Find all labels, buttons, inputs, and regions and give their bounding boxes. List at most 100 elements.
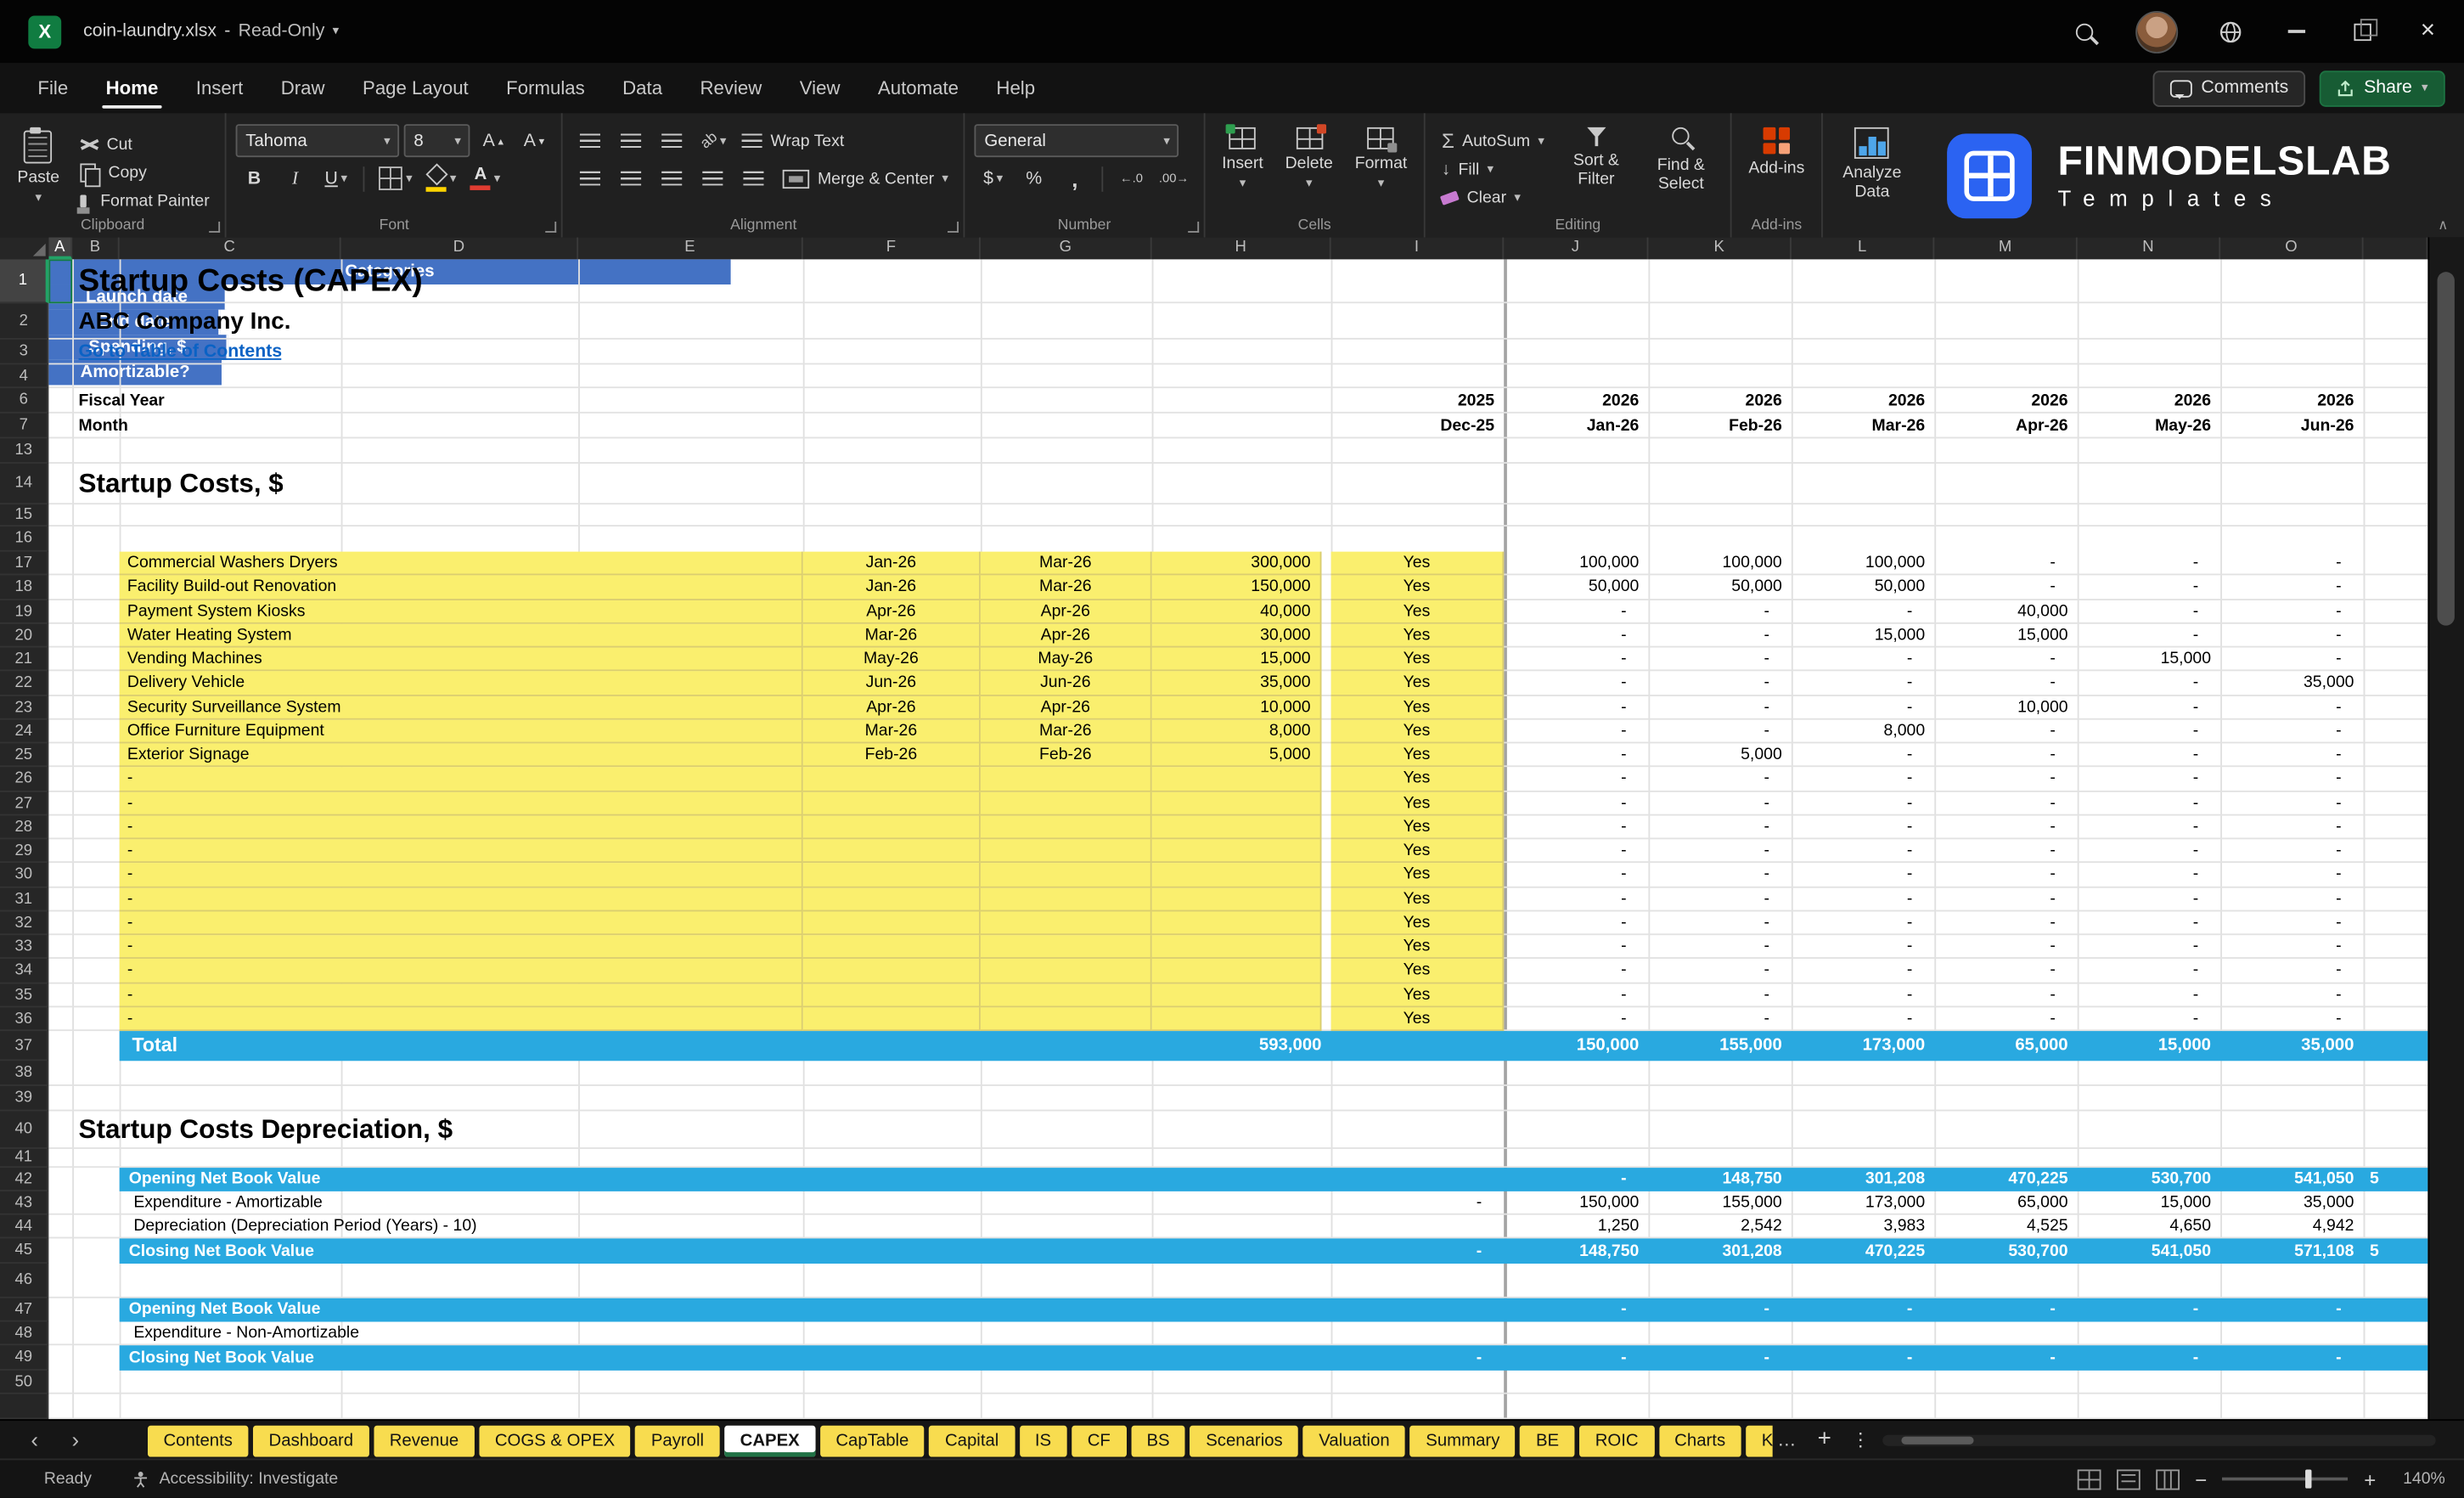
dialog-launcher-icon[interactable] [210, 222, 221, 233]
cell[interactable]: Yes [1331, 887, 1505, 911]
cell[interactable]: - [1504, 623, 1626, 647]
cell[interactable] [803, 839, 981, 863]
cell[interactable] [981, 911, 1152, 935]
cell[interactable]: Yes [1331, 600, 1505, 623]
align-middle-button[interactable] [613, 126, 650, 155]
sheet-tab-cogs-opex[interactable]: COGS & OPEX [479, 1426, 630, 1457]
horizontal-scrollbar[interactable] [1882, 1435, 2435, 1446]
cell[interactable] [1152, 911, 1322, 935]
column-header-m[interactable]: M [1934, 237, 2077, 259]
vertical-scrollbar-thumb[interactable] [2438, 272, 2455, 625]
more-sheets-button[interactable]: … [1769, 1424, 1804, 1456]
cell[interactable]: 10,000 [1152, 696, 1322, 719]
cell[interactable]: Mar-26 [981, 719, 1152, 743]
column-header-h[interactable]: H [1152, 237, 1331, 259]
row-header-45[interactable]: 45 [0, 1238, 48, 1264]
cell[interactable]: Payment System Kiosks [120, 600, 803, 623]
sheet-grid[interactable]: Startup Costs (CAPEX)ABC Company Inc.Go … [48, 259, 2427, 1419]
fill-color-button[interactable]: ▾ [422, 163, 461, 193]
row-header-3[interactable]: 3 [0, 340, 48, 365]
cell[interactable]: 50,000 [1648, 576, 1781, 600]
cell[interactable]: Jan-26 [803, 552, 981, 576]
cell[interactable] [1152, 887, 1322, 911]
cell[interactable]: Water Heating System [120, 623, 803, 647]
sheet-tab-be[interactable]: BE [1520, 1426, 1574, 1457]
column-header-d[interactable]: D [341, 237, 578, 259]
sheet-tab-capital[interactable]: Capital [929, 1426, 1014, 1457]
row-header-2[interactable]: 2 [0, 303, 48, 340]
cell[interactable]: Jan-26 [1504, 414, 1639, 439]
merge-center-button[interactable]: Merge & Center▾ [777, 165, 954, 191]
cell[interactable]: - [1504, 1007, 1626, 1031]
cell[interactable] [803, 959, 981, 983]
column-header-a[interactable]: A [48, 237, 72, 259]
cell[interactable]: 2026 [1648, 388, 1781, 414]
cell[interactable]: - [2220, 1298, 2342, 1322]
cell[interactable] [1152, 864, 1322, 887]
cell[interactable]: - [1648, 719, 1769, 743]
row-header-31[interactable]: 31 [0, 887, 48, 911]
cell[interactable]: Jun-26 [981, 672, 1152, 696]
cell[interactable]: Jan-26 [803, 576, 981, 600]
cut-button[interactable]: Cut [74, 131, 216, 157]
cell[interactable]: - [120, 887, 803, 911]
comma-style-button[interactable]: , [1057, 163, 1094, 193]
cell[interactable]: - [1504, 648, 1626, 672]
cell[interactable]: 4,650 [2078, 1215, 2211, 1239]
sheet-tab-bs[interactable]: BS [1131, 1426, 1185, 1457]
cell[interactable]: - [120, 864, 803, 887]
cell[interactable]: - [1648, 1298, 1769, 1322]
dialog-launcher-icon[interactable] [1187, 222, 1198, 233]
cell[interactable]: - [1648, 623, 1769, 647]
cell[interactable]: - [1792, 815, 1913, 839]
cell[interactable] [1152, 815, 1322, 839]
cell[interactable]: - [1792, 911, 1913, 935]
cell[interactable]: Exterior Signage [120, 743, 803, 767]
decrease-indent-button[interactable] [695, 163, 732, 193]
cell[interactable]: - [1648, 1007, 1769, 1031]
cell[interactable]: Yes [1331, 719, 1505, 743]
cell[interactable]: - [1504, 935, 1626, 959]
cell[interactable] [803, 935, 981, 959]
column-header-g[interactable]: G [981, 237, 1152, 259]
cell[interactable]: Yes [1331, 1007, 1505, 1031]
page-layout-view-button[interactable] [2117, 1469, 2141, 1490]
column-header-e[interactable]: E [578, 237, 803, 259]
sheet-options-icon[interactable]: ⋮ [1848, 1424, 1873, 1456]
cell[interactable]: Facility Build-out Renovation [120, 576, 803, 600]
sheet-tab-capex[interactable]: CAPEX [724, 1426, 815, 1457]
sheet-tab-captable[interactable]: CapTable [820, 1426, 925, 1457]
row-header-26[interactable]: 26 [0, 768, 48, 791]
cell[interactable]: - [1504, 1345, 1626, 1371]
column-header-f[interactable]: F [803, 237, 981, 259]
cell[interactable]: - [2078, 887, 2199, 911]
sheet-tab-dashboard[interactable]: Dashboard [253, 1426, 369, 1457]
cell[interactable]: - [120, 815, 803, 839]
cell[interactable]: - [1648, 696, 1769, 719]
cell[interactable]: - [1648, 648, 1769, 672]
align-right-button[interactable] [654, 163, 690, 193]
cell[interactable]: - [1504, 600, 1626, 623]
row-header-15[interactable]: 15 [0, 504, 48, 527]
cell[interactable]: 150,000 [1152, 576, 1322, 600]
find-select-button[interactable]: Find & Select [1642, 121, 1721, 200]
ribbon-tab-insert[interactable]: Insert [180, 63, 259, 113]
bold-button[interactable]: B [236, 163, 273, 193]
cell[interactable]: - [1792, 672, 1913, 696]
font-color-button[interactable]: A▾ [465, 163, 504, 193]
increase-indent-button[interactable] [736, 163, 773, 193]
cell[interactable]: - [2220, 600, 2342, 623]
row-header-43[interactable]: 43 [0, 1191, 48, 1215]
cell[interactable]: 150,000 [1504, 1031, 1639, 1061]
cell[interactable]: 35,000 [2220, 672, 2354, 696]
cell[interactable]: - [1504, 719, 1626, 743]
cell[interactable]: Yes [1331, 911, 1505, 935]
cell[interactable]: 593,000 [1152, 1031, 1322, 1061]
cell[interactable]: Yes [1331, 696, 1505, 719]
page-break-view-button[interactable] [2156, 1469, 2180, 1490]
row-header-47[interactable]: 47 [0, 1298, 48, 1322]
number-format-select[interactable]: General▾ [975, 124, 1179, 157]
cell[interactable]: 470,225 [1792, 1238, 1925, 1264]
column-header-partial[interactable] [2364, 237, 2428, 259]
cell[interactable] [981, 935, 1152, 959]
